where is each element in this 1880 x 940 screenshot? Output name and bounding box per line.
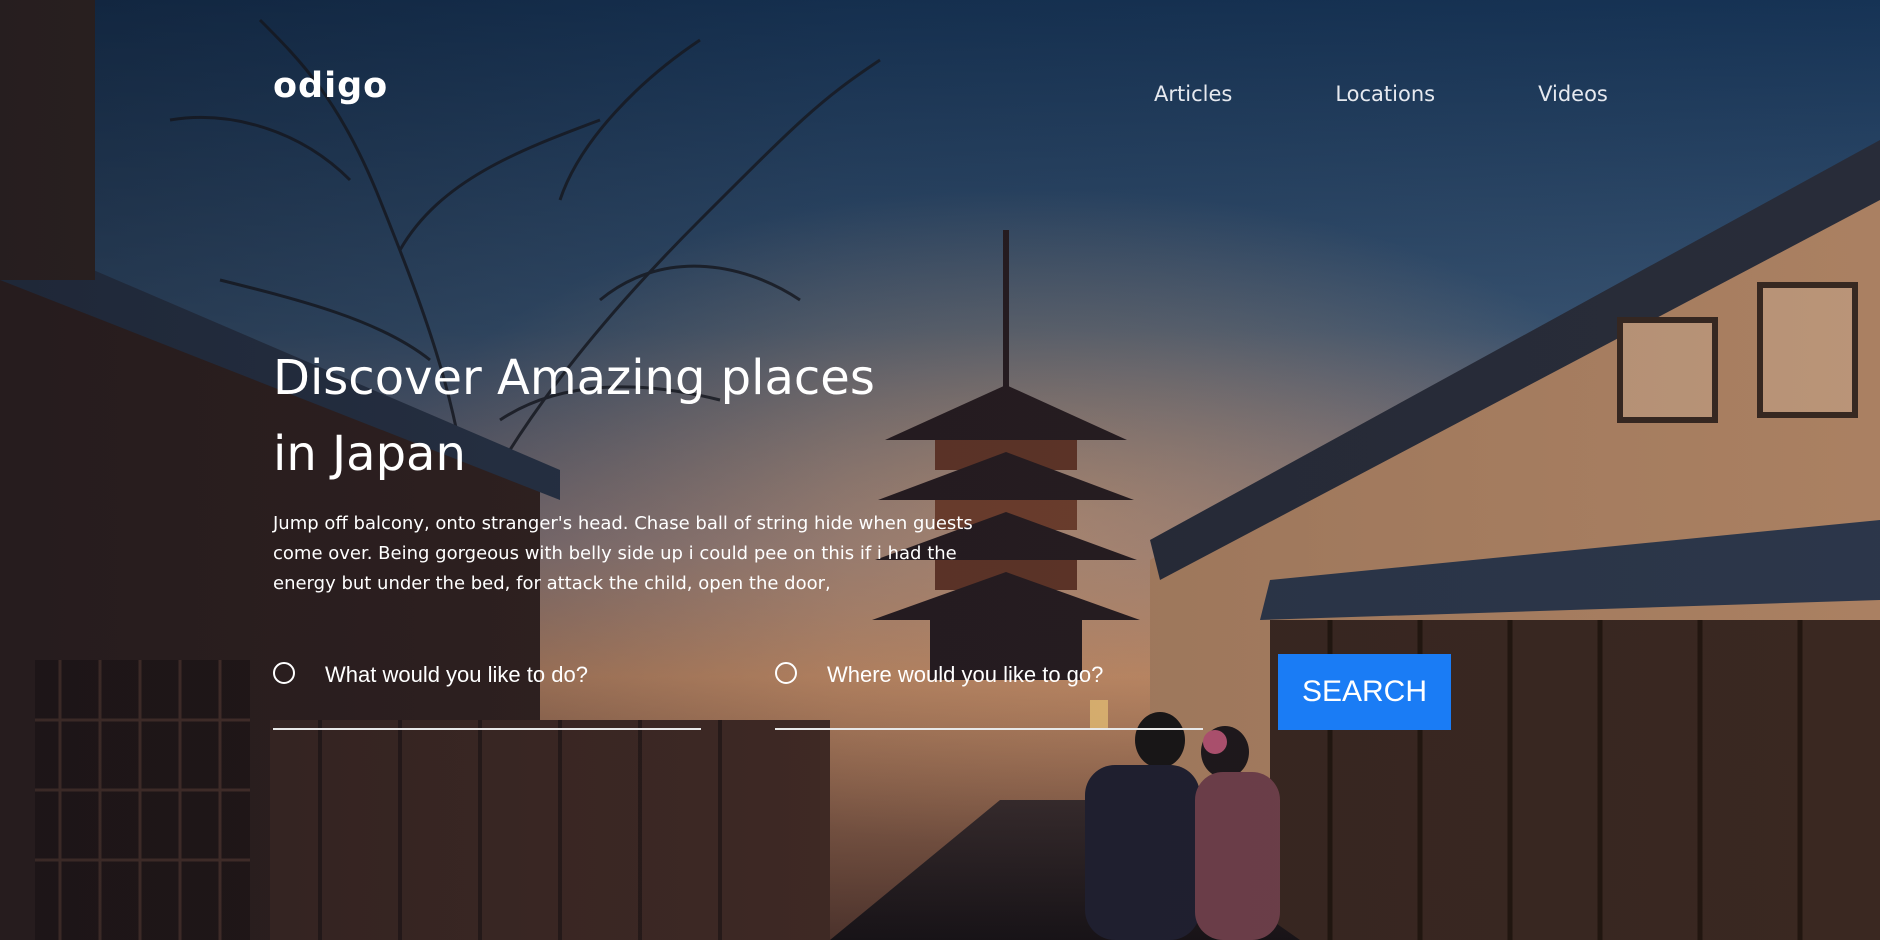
search-button[interactable]: SEARCH bbox=[1278, 654, 1451, 730]
nav-videos[interactable]: Videos bbox=[1538, 82, 1608, 106]
hero-description: Jump off balcony, onto stranger's head. … bbox=[273, 513, 973, 594]
activity-radio[interactable] bbox=[273, 662, 295, 684]
activity-input[interactable] bbox=[325, 662, 685, 688]
logo[interactable]: odigo bbox=[273, 66, 388, 106]
location-search-field bbox=[775, 656, 1203, 730]
nav-articles[interactable]: Articles bbox=[1154, 82, 1232, 106]
location-input[interactable] bbox=[827, 662, 1187, 688]
main-nav: Articles Locations Videos bbox=[1154, 82, 1608, 106]
nav-locations[interactable]: Locations bbox=[1335, 82, 1435, 106]
activity-search-field bbox=[273, 656, 701, 730]
hero-title: Discover Amazing places in Japan bbox=[273, 350, 875, 482]
location-radio[interactable] bbox=[775, 662, 797, 684]
